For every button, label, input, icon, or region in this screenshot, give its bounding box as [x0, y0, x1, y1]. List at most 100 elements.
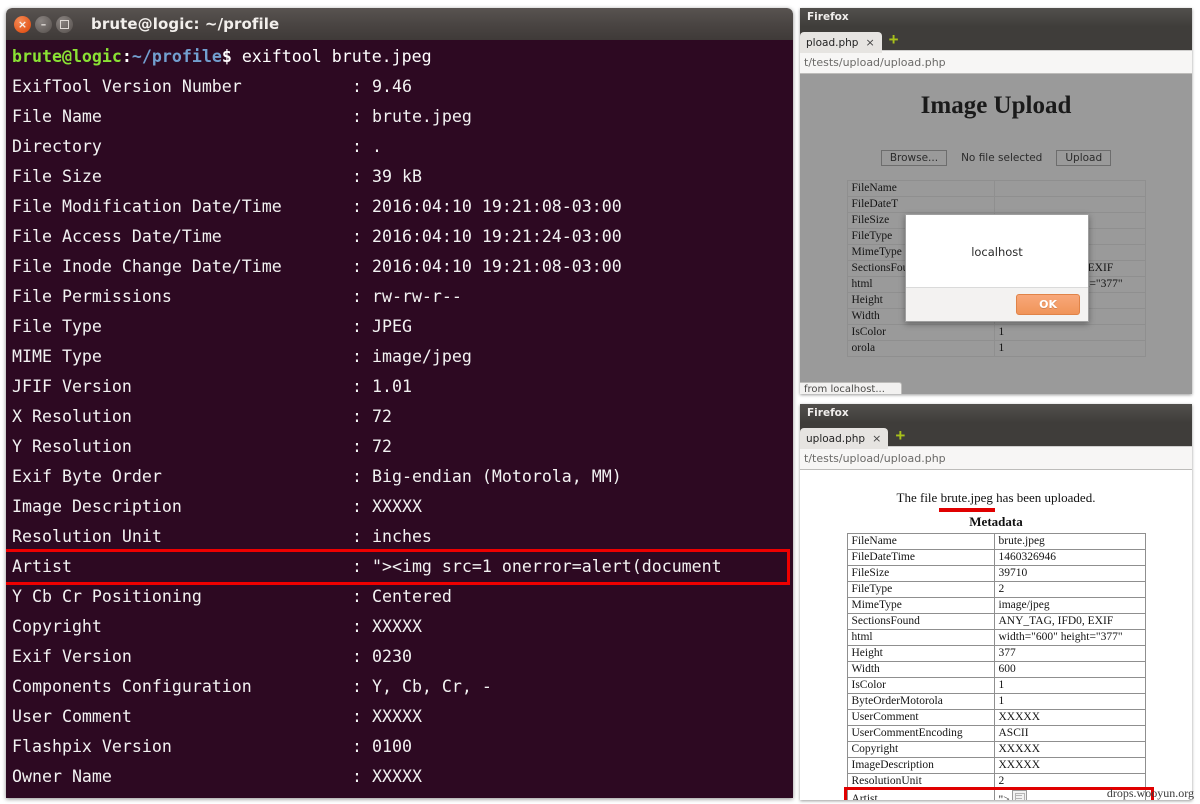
- exif-key: Y Cb Cr Positioning: [12, 587, 202, 606]
- exif-value: Big-endian (Motorola, MM): [371, 467, 622, 486]
- metadata-key: Width: [846, 661, 995, 678]
- file-status-label: No file selected: [961, 152, 1043, 164]
- metadata-key: ImageDescription: [846, 757, 995, 774]
- metadata-value: ASCII: [993, 725, 1146, 742]
- exif-value: JPEG: [371, 317, 412, 336]
- exif-line: Y Resolution: 72: [12, 432, 793, 462]
- table-row: IsColor 1: [846, 324, 1146, 341]
- exif-colon: :: [352, 767, 372, 786]
- exif-line: File Access Date/Time: 2016:04:10 19:21:…: [12, 222, 793, 252]
- metadata-key: UserComment: [846, 709, 995, 726]
- exif-line: File Type: JPEG: [12, 312, 793, 342]
- metadata-value: width="600" height="377": [993, 629, 1146, 646]
- exif-key: Resolution Unit: [12, 527, 162, 546]
- exif-colon: :: [352, 797, 372, 798]
- metadata-value: XXXXX: [993, 709, 1146, 726]
- page-title: Image Upload: [920, 92, 1072, 119]
- table-row: Width600: [846, 661, 1146, 678]
- tab-upload-php[interactable]: pload.php ×: [800, 32, 882, 53]
- metadata-value: XXXXX: [993, 757, 1146, 774]
- exif-value: rw-rw-r--: [371, 287, 462, 306]
- table-row: FileSize39710: [846, 565, 1146, 582]
- metadata-key: FileDateTime: [846, 549, 995, 566]
- tab-upload-php[interactable]: upload.php ×: [800, 428, 889, 449]
- close-icon[interactable]: ×: [865, 36, 874, 49]
- exif-key: Exif Version: [12, 647, 132, 666]
- metadata-value: [993, 180, 1146, 197]
- exif-colon: :: [352, 497, 372, 516]
- exif-colon: :: [352, 77, 372, 96]
- browse-button[interactable]: Browse...: [880, 150, 948, 166]
- terminal-title: brute@logic: ~/profile: [91, 15, 280, 33]
- exif-line: Exif Byte Order: Big-endian (Motorola, M…: [12, 462, 793, 492]
- metadata-value: XXXXX: [993, 741, 1146, 758]
- exif-key: File Name: [12, 107, 102, 126]
- exif-line: Exif Version: 0230: [12, 642, 793, 672]
- exif-value: image/jpeg: [371, 347, 472, 366]
- browser-titlebar-bottom[interactable]: Firefox: [800, 404, 1192, 422]
- metadata-value: 1: [993, 677, 1146, 694]
- exif-value: 2016:04:10 19:21:24-03:00: [371, 227, 622, 246]
- exif-line: File Modification Date/Time: 2016:04:10 …: [12, 192, 793, 222]
- table-row: UserComment XXXXX: [846, 709, 1146, 726]
- alert-ok-button[interactable]: OK: [1016, 294, 1080, 315]
- javascript-alert-dialog[interactable]: localhost OK: [905, 214, 1089, 322]
- exif-colon: :: [352, 167, 372, 186]
- metadata-value: 2: [993, 581, 1146, 598]
- close-icon[interactable]: ×: [872, 432, 881, 445]
- table-row: IsColor 1: [846, 677, 1146, 694]
- url-bar-top[interactable]: t/tests/upload/upload.php: [800, 50, 1192, 74]
- exif-line: Image Description: XXXXX: [12, 492, 793, 522]
- metadata-key: Artist: [846, 789, 995, 800]
- url-text: t/tests/upload/upload.php: [804, 451, 946, 465]
- table-row: ResolutionUnit 2: [846, 773, 1146, 790]
- exif-colon: :: [352, 257, 372, 276]
- table-row: Artist ">: [846, 789, 1146, 800]
- table-row: SectionsFoundANY_TAG, IFD0, EXIF: [846, 613, 1146, 630]
- exif-key: File Modification Date/Time: [12, 197, 282, 216]
- table-row: ByteOrderMotorola 1: [846, 693, 1146, 710]
- table-row: Copyright XXXXX: [846, 741, 1146, 758]
- upload-form: Browse... No file selected Upload: [800, 150, 1192, 166]
- exif-value: XXXXX: [371, 767, 422, 786]
- exif-line: File Inode Change Date/Time: 2016:04:10 …: [12, 252, 793, 282]
- exif-colon: :: [352, 527, 372, 546]
- exif-key: Copyright: [12, 617, 102, 636]
- prompt-user: brute@logic: [12, 47, 122, 66]
- exif-key: File Inode Change Date/Time: [12, 257, 282, 276]
- metadata-value: 1460326946: [993, 549, 1146, 566]
- terminal-titlebar[interactable]: × – brute@logic: ~/profile: [6, 8, 793, 40]
- new-tab-icon[interactable]: +: [889, 31, 899, 48]
- exif-colon: :: [352, 407, 372, 426]
- table-row: UserCommentEncoding ASCII: [846, 725, 1146, 742]
- exif-key: Image Description: [12, 497, 182, 516]
- metadata-key: html: [846, 629, 995, 646]
- metadata-value: brute.jpeg: [993, 533, 1146, 550]
- metadata-value: 1: [993, 324, 1146, 341]
- exif-line: Resolution Unit: inches: [12, 522, 793, 552]
- exif-colon: :: [352, 287, 372, 306]
- exif-colon: :: [352, 317, 372, 336]
- new-tab-icon[interactable]: +: [895, 427, 905, 444]
- exif-value: 72: [371, 437, 392, 456]
- exif-key: File Permissions: [12, 287, 172, 306]
- metadata-key: MimeType: [846, 597, 995, 614]
- maximize-icon[interactable]: [56, 15, 73, 33]
- metadata-value: 377: [993, 645, 1146, 662]
- exif-key: File Access Date/Time: [12, 227, 222, 246]
- minimize-icon[interactable]: –: [35, 15, 52, 33]
- exif-colon: :: [352, 347, 372, 366]
- url-bar-bottom[interactable]: t/tests/upload/upload.php: [800, 446, 1192, 470]
- table-row: FileName brute.jpeg: [846, 533, 1146, 550]
- exif-line-highlighted: Artist: "><img src=1 onerror=alert(docum…: [6, 549, 790, 585]
- terminal-body[interactable]: brute@logic:~/profile$ exiftool brute.jp…: [6, 40, 793, 798]
- exif-line: User Comment: XXXXX: [12, 702, 793, 732]
- metadata-key: ResolutionUnit: [846, 773, 995, 790]
- exif-key: X Resolution: [12, 407, 132, 426]
- close-icon[interactable]: ×: [14, 15, 31, 33]
- terminal-window: × – brute@logic: ~/profile brute@logic:~…: [6, 8, 793, 798]
- exif-key: Image Width: [12, 792, 352, 798]
- exif-value: 1.01: [371, 377, 412, 396]
- upload-button[interactable]: Upload: [1056, 150, 1112, 166]
- browser-titlebar-top[interactable]: Firefox: [800, 8, 1192, 26]
